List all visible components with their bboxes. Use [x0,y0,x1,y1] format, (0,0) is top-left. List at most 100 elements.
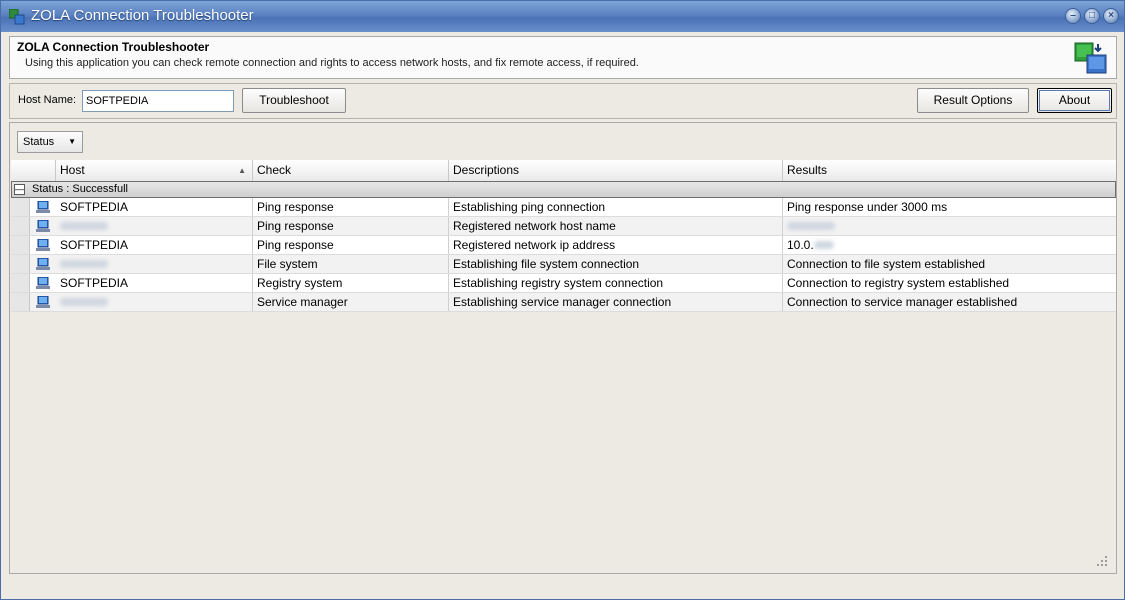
cell-check: Ping response [253,236,449,254]
computer-icon [36,239,50,251]
cell-host: SOFTPEDIA [56,198,253,216]
dropdown-arrow-icon: ▼ [68,137,76,146]
maximize-button[interactable]: □ [1084,8,1100,24]
cell-host: SOFTPEDIA [56,274,253,292]
cell-host [56,255,253,273]
cell-description-text: Establishing registry system connection [453,276,664,290]
close-button[interactable]: × [1103,8,1119,24]
cell-check-text: File system [257,257,318,271]
result-options-button-label: Result Options [933,93,1013,107]
computer-icon [36,220,50,232]
cell-result: Connection to file system established [783,255,1116,273]
result-options-button[interactable]: Result Options [917,88,1029,113]
cell-host-text: SOFTPEDIA [60,276,129,290]
redacted-value [787,221,835,230]
cell-check: Registry system [253,274,449,292]
cell-result: Connection to registry system establishe… [783,274,1116,292]
cell-check-text: Ping response [257,238,334,252]
row-indicator[interactable] [11,198,30,216]
title-bar[interactable]: ZOLA Connection Troubleshooter – □ × [1,1,1124,32]
cell-check: Ping response [253,217,449,235]
row-indicator[interactable] [11,217,30,235]
collapse-group-icon[interactable]: — [14,184,25,195]
computer-icon [36,258,50,270]
app-icon [9,9,25,25]
cell-host [56,293,253,311]
column-header-descriptions[interactable]: Descriptions [449,160,783,181]
header-indicator-column[interactable] [11,160,56,181]
group-row-status[interactable]: — Status : Successfull [11,181,1116,198]
column-header-host[interactable]: Host ▲ [56,160,253,181]
cell-result-text: Ping response under 3000 ms [787,200,948,214]
cell-description-text: Registered network host name [453,219,616,233]
network-connection-icon [1074,42,1107,74]
cell-check: Ping response [253,198,449,216]
minimize-button[interactable]: – [1065,8,1081,24]
cell-check: File system [253,255,449,273]
cell-description-text: Establishing ping connection [453,200,606,214]
table-row[interactable]: Ping response Registered network host nam… [11,217,1116,236]
redacted-value [60,297,108,306]
cell-host-text: SOFTPEDIA [60,238,129,252]
column-header-results-label: Results [787,163,828,177]
app-window: ZOLA Connection Troubleshooter – □ × ZOL… [0,0,1125,600]
row-indicator[interactable] [11,274,30,292]
status-dropdown-label: Status [23,136,55,148]
cell-host: SOFTPEDIA [56,236,253,254]
grid-header: Host ▲ Check Descriptions Results [11,160,1116,182]
cell-result: Ping response under 3000 ms [783,198,1116,216]
troubleshoot-button-label: Troubleshoot [259,93,329,107]
column-header-descriptions-label: Descriptions [453,163,520,177]
cell-description: Establishing file system connection [449,255,783,273]
cell-check-text: Service manager [257,295,348,309]
column-header-results[interactable]: Results [783,160,1116,181]
cell-description-text: Registered network ip address [453,238,616,252]
cell-result [783,217,1116,235]
column-header-check-label: Check [257,163,292,177]
column-header-check[interactable]: Check [253,160,449,181]
cell-host-text: SOFTPEDIA [60,200,129,214]
computer-icon [36,277,50,289]
redacted-value [60,221,108,230]
toolbar: Host Name: Troubleshoot Result Options A… [9,83,1117,119]
cell-check: Service manager [253,293,449,311]
resize-grip-icon[interactable] [1096,555,1108,567]
results-grid: Host ▲ Check Descriptions Results — Stat… [11,160,1116,573]
table-row[interactable]: SOFTPEDIA Registry system Establishing reg… [11,274,1116,293]
cell-result-text: Connection to registry system establishe… [787,276,1010,290]
header-title: ZOLA Connection Troubleshooter [17,40,210,54]
cell-check-text: Ping response [257,219,334,233]
results-panel: Status ▼ Host ▲ Check Descriptions Resul… [9,122,1117,574]
about-button[interactable]: About [1037,88,1112,113]
about-button-label: About [1058,93,1091,107]
cell-description-text: Establishing service manager connection [453,295,672,309]
host-name-label: Host Name: [18,94,77,106]
cell-result: 10.0. [783,236,1116,254]
cell-description: Establishing registry system connection [449,274,783,292]
cell-result-text: 10.0. [787,238,814,252]
cell-description: Establishing ping connection [449,198,783,216]
cell-result-text: Connection to file system established [787,257,986,271]
cell-result-text: Connection to service manager establishe… [787,295,1018,309]
row-indicator[interactable] [11,236,30,254]
host-name-input[interactable] [82,90,234,112]
cell-description: Registered network ip address [449,236,783,254]
cell-description-text: Establishing file system connection [453,257,640,271]
header-description: Using this application you can check rem… [25,57,639,69]
row-indicator[interactable] [11,293,30,311]
troubleshoot-button[interactable]: Troubleshoot [242,88,346,113]
table-row[interactable]: SOFTPEDIA Ping response Establishing ping … [11,198,1116,217]
sort-ascending-icon: ▲ [238,166,246,175]
row-indicator[interactable] [11,255,30,273]
column-header-host-label: Host [60,163,85,177]
computer-icon [36,201,50,213]
redacted-value [60,259,108,268]
status-group-dropdown[interactable]: Status ▼ [17,131,83,153]
cell-host [56,217,253,235]
group-label: Status : Successfull [32,183,128,195]
cell-check-text: Registry system [257,276,343,290]
table-row[interactable]: Service manager Establishing service mana… [11,293,1116,312]
table-row[interactable]: File system Establishing file system conn… [11,255,1116,274]
table-row[interactable]: SOFTPEDIA Ping response Registered network… [11,236,1116,255]
redacted-value [813,240,834,249]
